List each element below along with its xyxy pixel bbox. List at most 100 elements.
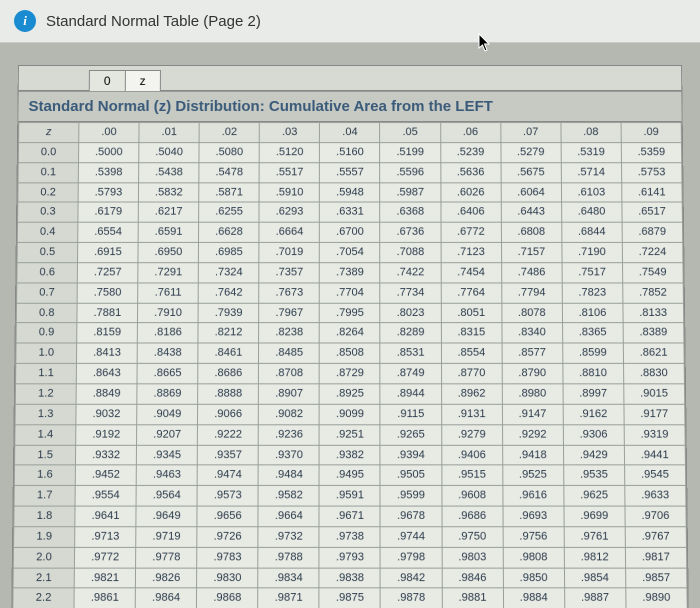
- table-cell: .9251: [319, 424, 380, 444]
- table-cell: .7910: [138, 303, 199, 323]
- tab-blank[interactable]: 0: [89, 70, 126, 91]
- table-cell: .8686: [198, 364, 259, 384]
- table-cell: .9345: [137, 445, 198, 465]
- col-header: .08: [561, 123, 621, 143]
- table-cell: .5040: [139, 142, 199, 162]
- table-cell: .8051: [441, 303, 502, 323]
- col-header: .07: [500, 123, 560, 143]
- table-cell: .9772: [74, 547, 135, 568]
- table-cell: .9826: [136, 568, 197, 589]
- table-cell: .9332: [76, 445, 137, 465]
- col-header: .04: [320, 123, 380, 143]
- table-row: 1.8.9641.9649.9656.9664.9671.9678.9686.9…: [14, 506, 686, 526]
- table-cell: .6064: [501, 182, 561, 202]
- table-row: 2.0.9772.9778.9783.9788.9793.9798.9803.9…: [13, 547, 686, 568]
- table-cell: .5675: [501, 162, 561, 182]
- normal-table: z.00.01.02.03.04.05.06.07.08.09 0.0.5000…: [12, 122, 688, 608]
- row-header-z: 1.0: [16, 343, 77, 363]
- row-header-z: 1.8: [14, 506, 75, 526]
- table-cell: .9881: [442, 588, 503, 608]
- table-row: 0.4.6554.6591.6628.6664.6700.6736.6772.6…: [17, 222, 682, 242]
- table-header-row: z.00.01.02.03.04.05.06.07.08.09: [19, 123, 682, 143]
- col-header: .06: [440, 123, 500, 143]
- table-cell: .8869: [137, 384, 198, 404]
- table-cell: .9162: [563, 404, 624, 424]
- table-cell: .5398: [78, 162, 138, 182]
- table-cell: .6915: [78, 242, 139, 262]
- table-cell: .8508: [320, 343, 381, 363]
- table-cell: .9857: [625, 568, 687, 589]
- table-cell: .9649: [136, 506, 197, 526]
- table-cell: .6026: [440, 182, 500, 202]
- table-cell: .9564: [136, 486, 197, 506]
- table-cell: .6141: [621, 182, 682, 202]
- table-row: 1.7.9554.9564.9573.9582.9591.9599.9608.9…: [14, 486, 686, 506]
- table-cell: .9192: [76, 424, 137, 444]
- table-cell: .7642: [198, 283, 259, 303]
- table-cell: .5910: [259, 182, 319, 202]
- table-cell: .8212: [198, 323, 259, 343]
- table-cell: .9177: [624, 404, 685, 424]
- table-cell: .8907: [259, 384, 320, 404]
- table-cell: .9871: [258, 588, 319, 608]
- table-cell: .7704: [320, 283, 381, 303]
- table-row: 1.1.8643.8665.8686.8708.8729.8749.8770.8…: [16, 364, 685, 384]
- table-cell: .9783: [197, 547, 258, 568]
- table-cell: .8106: [562, 303, 623, 323]
- table-cell: .9452: [75, 465, 136, 485]
- table-cell: .8577: [502, 343, 563, 363]
- table-cell: .9222: [198, 424, 259, 444]
- table-cell: .9306: [563, 424, 624, 444]
- table-cell: .7549: [622, 263, 683, 283]
- table-caption: Standard Normal (z) Distribution: Cumula…: [18, 91, 681, 122]
- row-header-z: 1.1: [16, 364, 77, 384]
- table-cell: .9693: [503, 506, 564, 526]
- table-cell: .7088: [380, 242, 441, 262]
- table-cell: .9678: [380, 506, 441, 526]
- table-cell: .7054: [320, 242, 381, 262]
- table-cell: .9686: [442, 506, 503, 526]
- table-cell: .9608: [441, 486, 502, 506]
- row-header-z: 0.1: [18, 162, 79, 182]
- table-cell: .9878: [381, 588, 442, 608]
- table-cell: .9868: [197, 588, 258, 608]
- table-cell: .5239: [440, 142, 500, 162]
- table-cell: .9641: [75, 506, 136, 526]
- table-row: 0.5.6915.6950.6985.7019.7054.7088.7123.7…: [17, 242, 683, 262]
- table-cell: .5319: [561, 142, 621, 162]
- table-cell: .8810: [563, 364, 624, 384]
- table-cell: .9429: [563, 445, 624, 465]
- row-header-z: 1.2: [15, 384, 76, 404]
- table-cell: .9495: [319, 465, 380, 485]
- table-cell: .9015: [624, 384, 685, 404]
- table-row: 1.9.9713.9719.9726.9732.9738.9744.9750.9…: [14, 527, 687, 548]
- table-cell: .5279: [501, 142, 561, 162]
- table-cell: .7611: [138, 283, 199, 303]
- spreadsheet-panel: 0 z Standard Normal (z) Distribution: Cu…: [11, 65, 689, 608]
- table-cell: .8289: [380, 323, 441, 343]
- table-cell: .5120: [259, 142, 319, 162]
- table-cell: .8980: [502, 384, 563, 404]
- table-cell: .5517: [259, 162, 319, 182]
- row-header-z: 0.9: [16, 323, 77, 343]
- col-header: .02: [199, 123, 259, 143]
- table-cell: .8770: [441, 364, 502, 384]
- table-cell: .9599: [380, 486, 441, 506]
- table-cell: .9854: [564, 568, 625, 589]
- table-cell: .5948: [320, 182, 380, 202]
- table-cell: .9066: [198, 404, 259, 424]
- tab-z[interactable]: z: [124, 70, 160, 91]
- table-cell: .9788: [258, 547, 319, 568]
- sheet-tabs: 0 z: [19, 66, 682, 91]
- table-cell: .9616: [502, 486, 563, 506]
- table-row: 1.6.9452.9463.9474.9484.9495.9505.9515.9…: [14, 465, 685, 485]
- table-cell: .8643: [76, 364, 137, 384]
- table-cell: .8186: [137, 323, 198, 343]
- row-header-z: 1.6: [14, 465, 75, 485]
- table-cell: .7389: [320, 263, 381, 283]
- table-cell: .5359: [621, 142, 682, 162]
- table-cell: .9838: [319, 568, 380, 589]
- table-cell: .9082: [259, 404, 320, 424]
- table-cell: .8729: [320, 364, 381, 384]
- table-cell: .9115: [380, 404, 441, 424]
